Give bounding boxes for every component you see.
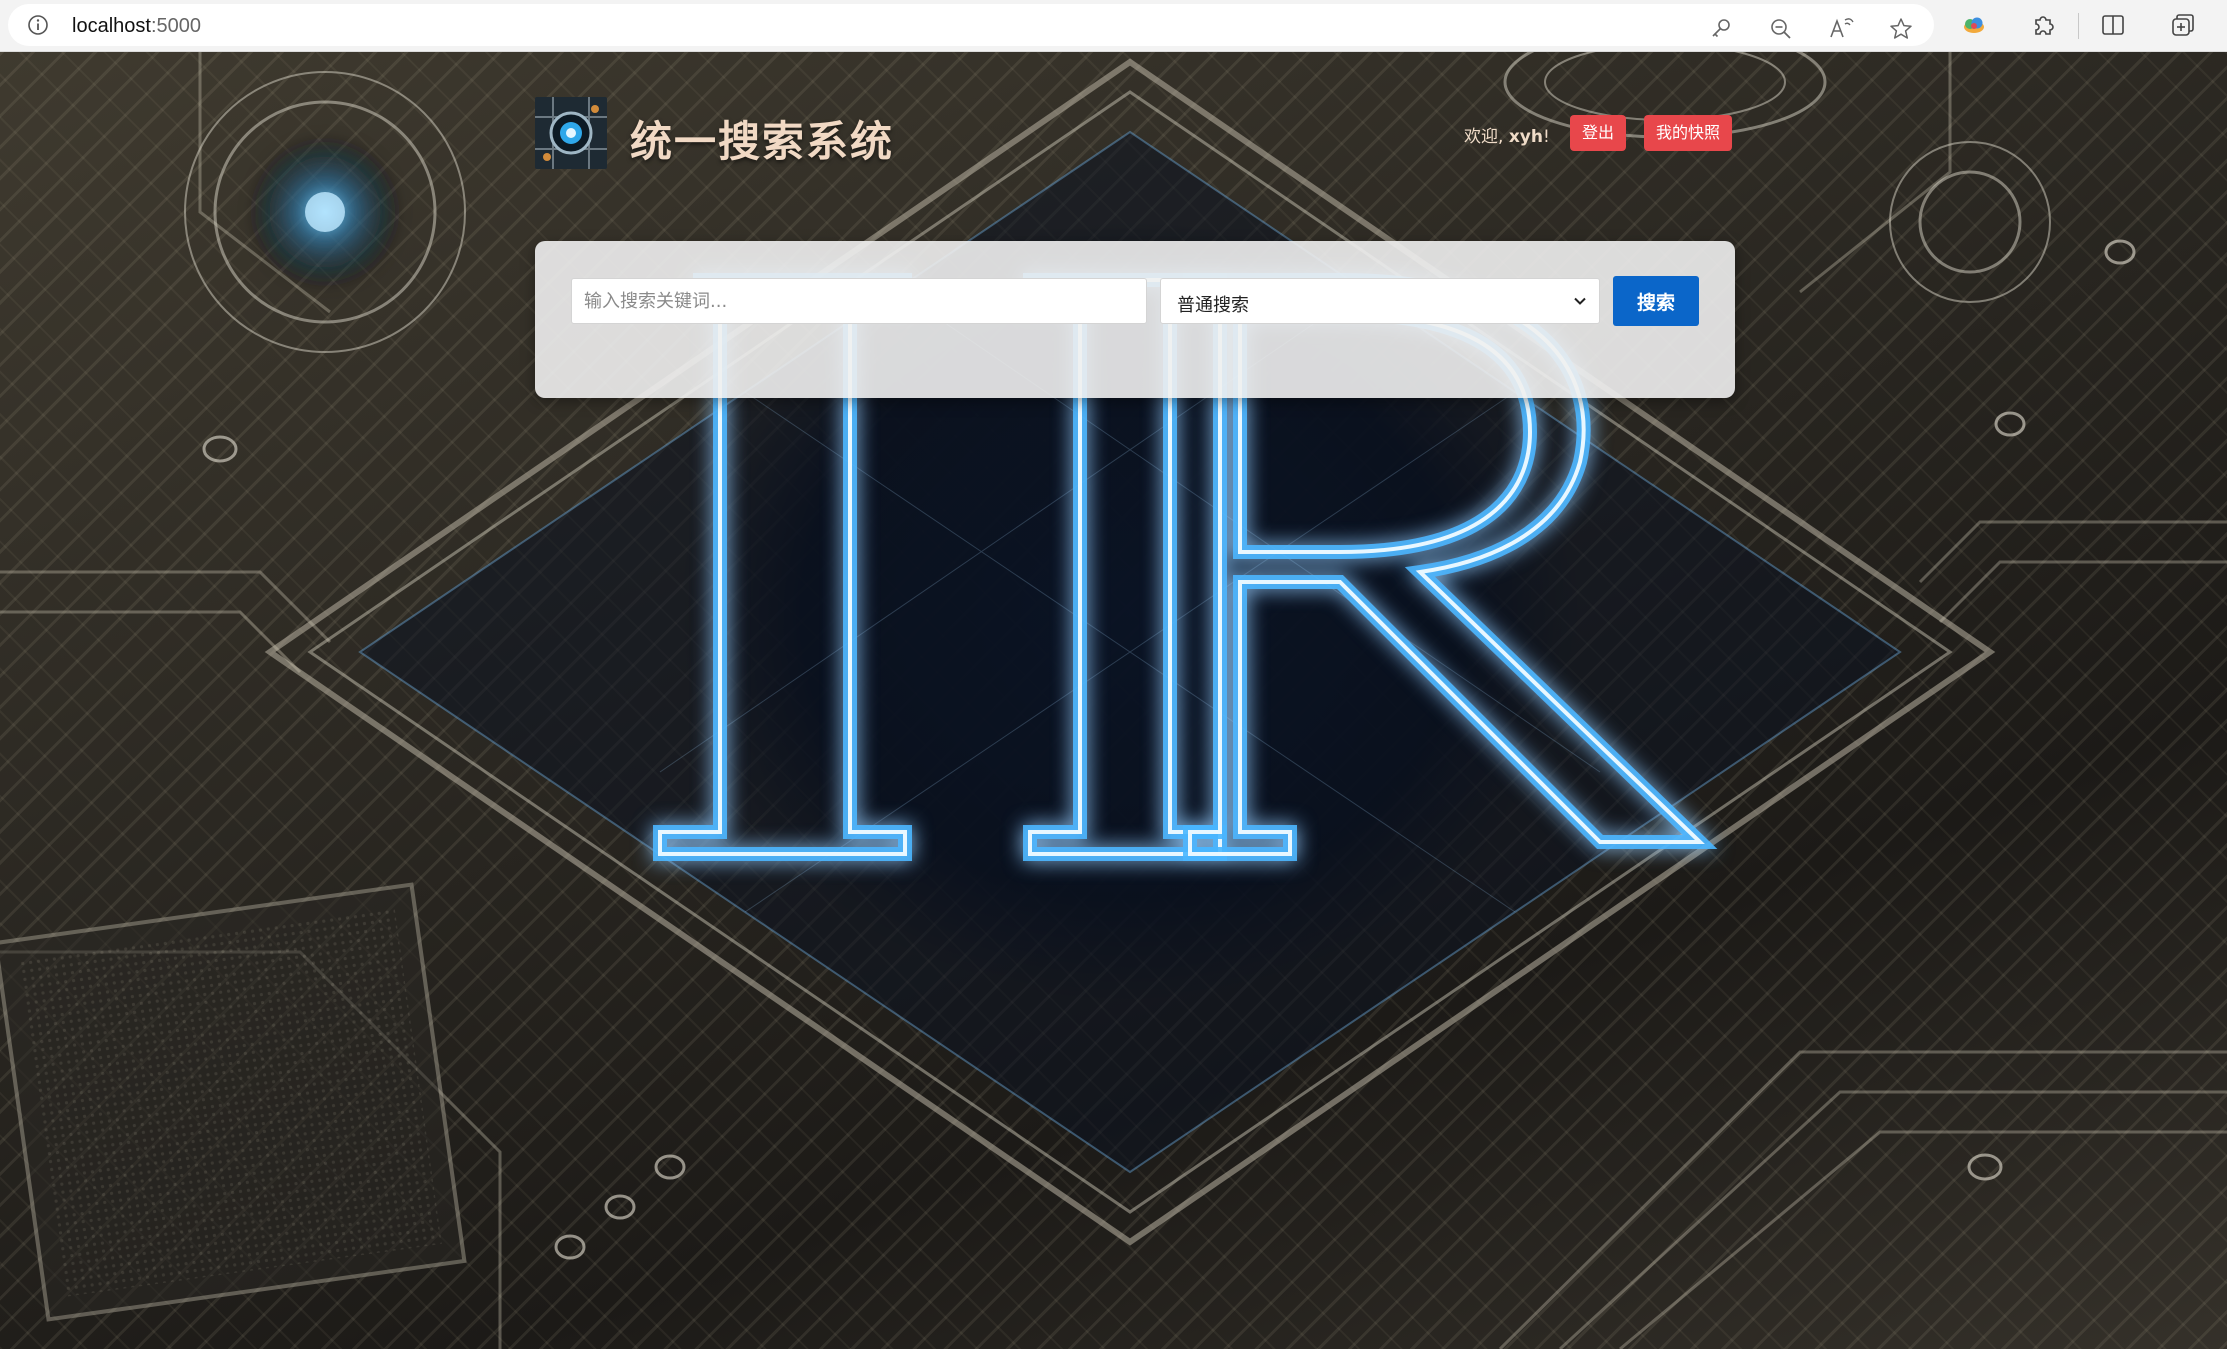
read-aloud-icon[interactable] bbox=[1828, 16, 1854, 42]
welcome-username: xyh bbox=[1508, 127, 1543, 147]
welcome-prefix: 欢迎, bbox=[1464, 127, 1509, 147]
browser-toolbar: localhost:5000 bbox=[0, 0, 2227, 52]
logout-button[interactable]: 登出 bbox=[1570, 115, 1627, 151]
favorite-star-icon[interactable] bbox=[1888, 16, 1914, 42]
page-viewport: 统一搜索系统 欢迎, xyh! 登出 我的快照 普通搜索 搜索 bbox=[0, 52, 2227, 1349]
site-logo[interactable] bbox=[535, 97, 607, 169]
cloud-extension-icon[interactable] bbox=[1961, 12, 1987, 38]
info-icon[interactable] bbox=[26, 13, 50, 37]
collections-icon[interactable] bbox=[2170, 12, 2196, 38]
search-mode-selected: 普通搜索 bbox=[1177, 295, 1249, 316]
extensions-puzzle-icon[interactable] bbox=[2030, 12, 2056, 38]
zoom-out-icon[interactable] bbox=[1768, 16, 1794, 42]
site-title: 统一搜索系统 bbox=[630, 117, 895, 166]
search-mode-select[interactable]: 普通搜索 bbox=[1160, 278, 1600, 324]
my-snapshots-button[interactable]: 我的快照 bbox=[1644, 115, 1733, 151]
key-icon[interactable] bbox=[1708, 16, 1734, 42]
split-screen-icon[interactable] bbox=[2100, 12, 2126, 38]
url-text[interactable]: localhost:5000 bbox=[72, 14, 201, 38]
chevron-down-icon bbox=[1574, 297, 1586, 305]
welcome-suffix: ! bbox=[1542, 127, 1550, 147]
toolbar-divider bbox=[2078, 13, 2079, 39]
url-port: :5000 bbox=[150, 15, 201, 37]
address-bar[interactable]: localhost:5000 bbox=[8, 4, 1934, 46]
search-input[interactable] bbox=[571, 278, 1147, 324]
circuit-eye-logo-icon bbox=[535, 97, 607, 169]
search-button[interactable]: 搜索 bbox=[1613, 276, 1699, 326]
search-panel: 普通搜索 搜索 bbox=[535, 241, 1735, 398]
welcome-message: 欢迎, xyh! bbox=[1464, 122, 1550, 147]
url-host: localhost bbox=[72, 15, 151, 37]
